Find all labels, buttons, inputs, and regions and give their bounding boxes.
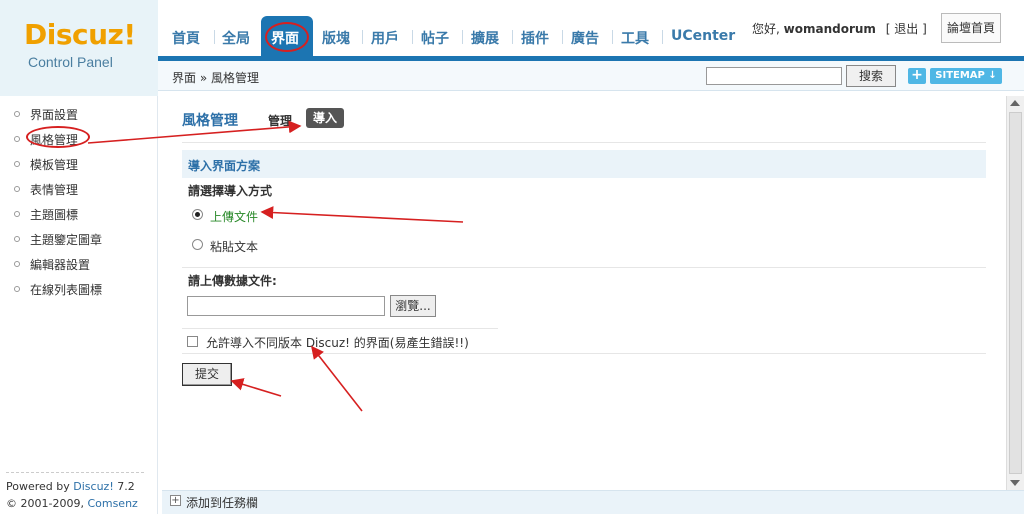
bullet-icon [14,161,20,167]
sitemap-button[interactable]: SITEMAP ↓ [930,68,1002,84]
section-header: 導入界面方案 [182,150,986,178]
sidebar-item-stamps[interactable]: 主題鑒定圖章 [14,231,102,248]
powered-prefix: Powered by [6,480,74,493]
nav-item-interface[interactable]: 界面 [261,16,313,58]
nav-item-ads[interactable]: 廣告 [571,28,599,48]
upload-file-label: 請上傳數據文件: [188,274,277,288]
search-input[interactable] [706,67,842,85]
sidebar-item-template-manage[interactable]: 模板管理 [14,156,78,173]
tab-manage[interactable]: 管理 [268,112,292,129]
bullet-icon [14,236,20,242]
page-title: 風格管理 [182,113,238,129]
sidebar-item-label: 主題圖標 [30,208,79,222]
radio-paste[interactable] [192,239,203,250]
section-title: 導入界面方案 [188,159,261,173]
expand-icon[interactable]: + [170,495,181,506]
annotation-circle [265,22,309,52]
footer-bar: + 添加到任務欄 [162,490,1024,514]
greeting: 您好, [752,22,780,36]
nav-item-ucenter[interactable]: UCenter [671,28,735,44]
divider [182,328,498,329]
allow-version-label: 允許導入不同版本 Discuz! 的界面(易產生錯誤!!) [206,336,469,350]
bullet-icon [14,211,20,217]
breadcrumb: 界面 » 風格管理 [172,71,259,85]
divider [6,472,144,473]
sidebar-item-label: 編輯器設置 [30,258,91,272]
version: 7.2 [117,480,135,493]
logo-subtitle: Control Panel [28,54,113,70]
divider [182,267,986,268]
bullet-icon [14,286,20,292]
sidebar-item-label: 模板管理 [30,158,79,172]
main-panel: 風格管理 管理 導入 導入界面方案 請選擇導入方式 上傳文件 粘貼文本 請上傳數… [162,96,1008,490]
nav-item-forums[interactable]: 版塊 [322,28,350,48]
divider [182,353,986,354]
tab-import[interactable]: 導入 [306,108,344,128]
option-upload-label[interactable]: 上傳文件 [210,208,258,225]
sidebar-item-label: 界面設置 [30,108,79,122]
plus-icon[interactable]: + [908,68,926,84]
sidebar-item-label: 表情管理 [30,183,79,197]
bullet-icon [14,186,20,192]
nav-item-posts[interactable]: 帖子 [421,28,449,48]
user-info: 您好, womandorum [ 退出 ] [752,20,927,37]
username: womandorum [783,22,876,36]
discuz-link[interactable]: Discuz! [73,480,113,493]
sidebar-item-online-icons[interactable]: 在線列表圖標 [14,281,102,298]
forum-home-button[interactable]: 論壇首頁 [941,13,1001,43]
sidebar-item-topic-icons[interactable]: 主題圖標 [14,206,78,223]
logo-brand: Discuz! [24,18,136,51]
logout-link[interactable]: [ 退出 ] [886,22,927,36]
scrollbar[interactable] [1006,96,1024,490]
powered-by: Powered by Discuz! 7.2 © 2001-2009, Coms… [6,478,157,514]
scroll-down-icon[interactable] [1010,480,1020,486]
sub-bar: 界面 » 風格管理 搜索 + SITEMAP ↓ [158,61,1024,91]
bullet-icon [14,261,20,267]
scroll-thumb[interactable] [1009,112,1022,474]
sidebar: 界面設置 風格管理 模板管理 表情管理 主題圖標 主題鑒定圖章 編輯器設置 在線… [0,96,158,514]
add-to-taskbar-link[interactable]: 添加到任務欄 [186,494,258,511]
copyright-prefix: © 2001-2009, [6,497,88,510]
sidebar-item-editor[interactable]: 編輯器設置 [14,256,90,273]
nav-item-users[interactable]: 用戶 [371,28,399,48]
bullet-icon [14,136,20,142]
nav-item-global[interactable]: 全局 [222,28,250,48]
logo: Discuz! Control Panel [0,0,158,96]
nav-item-home[interactable]: 首頁 [172,28,200,48]
bullet-icon [14,111,20,117]
sidebar-item-smilies[interactable]: 表情管理 [14,181,78,198]
import-method-label: 請選擇導入方式 [188,184,273,198]
sidebar-item-label: 主題鑒定圖章 [30,233,103,247]
nav-item-tools[interactable]: 工具 [621,28,649,48]
annotation-circle [26,126,90,148]
submit-button[interactable]: 提交 [182,363,232,386]
sidebar-item-interface-settings[interactable]: 界面設置 [14,106,78,123]
radio-upload[interactable] [192,209,203,220]
scroll-up-icon[interactable] [1010,100,1020,106]
nav-item-plugins[interactable]: 插件 [521,28,549,48]
option-paste-label[interactable]: 粘貼文本 [210,238,258,255]
sidebar-item-label: 在線列表圖標 [30,283,103,297]
browse-button[interactable]: 瀏覽... [390,295,436,317]
nav-item-extend[interactable]: 擴展 [471,28,499,48]
search-button[interactable]: 搜索 [846,65,896,87]
divider [182,142,986,143]
allow-version-checkbox[interactable] [187,336,198,347]
file-input[interactable] [187,296,385,316]
